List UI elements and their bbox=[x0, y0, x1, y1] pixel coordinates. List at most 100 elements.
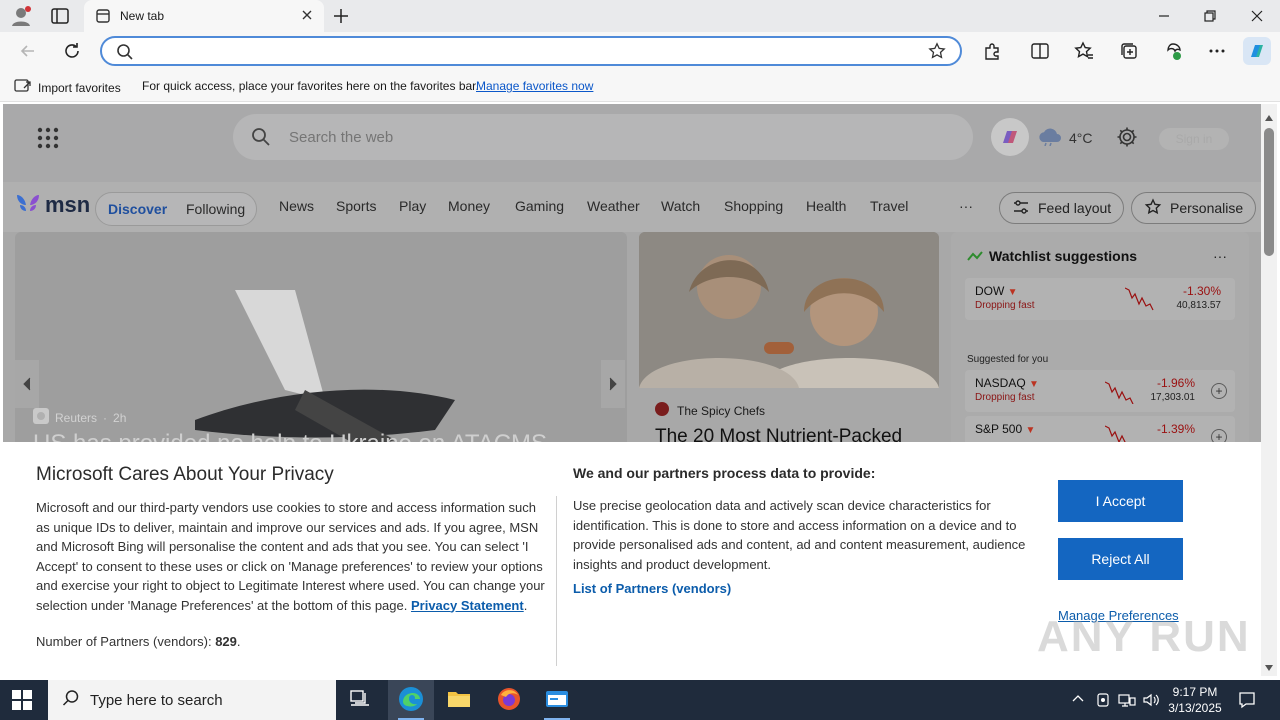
weather-widget[interactable]: 4°C bbox=[1037, 126, 1093, 149]
stock-state: Dropping fast bbox=[975, 392, 1035, 403]
split-screen-icon[interactable] bbox=[1030, 41, 1050, 64]
window-app-icon bbox=[545, 689, 569, 712]
close-window-button[interactable] bbox=[1249, 8, 1265, 27]
taskbar-explorer-button[interactable] bbox=[436, 680, 482, 720]
personalise-button[interactable]: Personalise bbox=[1131, 192, 1257, 224]
tab-actions-icon[interactable] bbox=[50, 7, 70, 25]
copilot-button[interactable] bbox=[991, 118, 1029, 156]
nav-health[interactable]: Health bbox=[806, 198, 846, 214]
minimize-button[interactable] bbox=[1156, 8, 1172, 27]
taskbar-app-button[interactable] bbox=[534, 680, 580, 720]
watchlist-more-button[interactable]: ··· bbox=[1213, 248, 1227, 264]
taskbar-search-placeholder: Type here to search bbox=[90, 691, 223, 709]
browser-toolbar bbox=[0, 32, 1280, 70]
msn-logo-text: msn bbox=[45, 192, 91, 217]
collections-icon[interactable] bbox=[1119, 41, 1139, 64]
msn-header: 4°C Sign in bbox=[3, 104, 1261, 182]
import-favorites-button[interactable]: Import favorites bbox=[14, 78, 121, 97]
tab-new-tab[interactable]: New tab bbox=[84, 0, 324, 32]
network-icon[interactable] bbox=[1118, 692, 1136, 711]
hero-separator: · bbox=[103, 410, 108, 425]
nav-weather[interactable]: Weather bbox=[587, 198, 640, 214]
copilot-icon[interactable] bbox=[1243, 37, 1271, 68]
profile-icon[interactable] bbox=[10, 5, 32, 27]
restore-button[interactable] bbox=[1202, 8, 1218, 27]
task-view-button[interactable] bbox=[337, 680, 383, 720]
taskbar-firefox-button[interactable] bbox=[486, 680, 532, 720]
taskbar-search-box[interactable]: Type here to search bbox=[48, 680, 336, 720]
nav-gaming[interactable]: Gaming bbox=[515, 198, 564, 214]
favorites-bar: Import favorites For quick access, place… bbox=[0, 70, 1280, 102]
more-options-icon[interactable] bbox=[1207, 41, 1227, 64]
sign-in-button[interactable]: Sign in bbox=[1159, 128, 1229, 150]
stock-value: 17,303.01 bbox=[1150, 392, 1196, 403]
add-to-watchlist-button[interactable]: + bbox=[1211, 383, 1227, 399]
nav-travel[interactable]: Travel bbox=[870, 198, 908, 214]
favorites-icon[interactable] bbox=[1074, 41, 1094, 64]
web-search-input[interactable] bbox=[289, 128, 889, 146]
msn-logo[interactable]: msn bbox=[15, 191, 90, 219]
address-input[interactable] bbox=[142, 42, 902, 60]
stock-row-dow[interactable]: DOW ▼ Dropping fast -1.30% 40,813.57 bbox=[965, 278, 1235, 320]
nav-play[interactable]: Play bbox=[399, 198, 426, 214]
carousel-next-button[interactable] bbox=[601, 360, 625, 408]
scroll-up-icon[interactable] bbox=[1265, 110, 1273, 124]
volume-icon[interactable] bbox=[1142, 692, 1160, 711]
notifications-icon[interactable] bbox=[1238, 691, 1256, 712]
accept-button[interactable]: I Accept bbox=[1058, 480, 1183, 522]
new-tab-button[interactable] bbox=[332, 7, 350, 28]
stock-sparkline bbox=[1104, 376, 1145, 407]
page-settings-icon[interactable] bbox=[1116, 126, 1138, 151]
favorite-star-icon[interactable] bbox=[928, 42, 946, 63]
windows-start-icon[interactable] bbox=[12, 690, 32, 713]
scroll-down-icon[interactable] bbox=[1265, 660, 1273, 674]
search-icon bbox=[116, 43, 134, 64]
tab-following[interactable]: Following bbox=[186, 201, 245, 217]
stock-change: -1.39% bbox=[1156, 422, 1195, 436]
back-icon[interactable] bbox=[18, 41, 38, 64]
defender-icon[interactable] bbox=[1096, 692, 1110, 711]
carousel-prev-button[interactable] bbox=[15, 360, 39, 408]
page-scrollbar[interactable] bbox=[1261, 104, 1277, 676]
cloudy-weather-icon bbox=[1037, 126, 1063, 149]
nav-money[interactable]: Money bbox=[448, 198, 490, 214]
stock-symbol: NASDAQ ▼ bbox=[975, 376, 1039, 390]
stock-row-nasdaq[interactable]: NASDAQ ▼ Dropping fast -1.96% 17,303.01 … bbox=[965, 370, 1235, 412]
show-hidden-icons-icon[interactable] bbox=[1072, 692, 1084, 707]
new-tab-page-icon bbox=[96, 9, 110, 26]
stock-symbol: S&P 500 ▼ bbox=[975, 422, 1036, 436]
manage-favorites-link[interactable]: Manage favorites now bbox=[476, 79, 593, 93]
scrollbar-thumb[interactable] bbox=[1264, 128, 1274, 256]
partners-count-row: Number of Partners (vendors): 829. bbox=[36, 634, 241, 649]
privacy-statement-link[interactable]: Privacy Statement bbox=[411, 598, 524, 613]
refresh-icon[interactable] bbox=[62, 41, 82, 64]
nav-more-button[interactable]: ··· bbox=[959, 198, 973, 214]
taskbar-clock[interactable]: 9:17 PM 3/13/2025 bbox=[1160, 684, 1230, 716]
watchlist-trend-icon bbox=[967, 250, 983, 265]
tab-strip: New tab bbox=[0, 0, 1280, 32]
web-search-box[interactable] bbox=[233, 114, 973, 160]
app-launcher-icon[interactable] bbox=[37, 127, 59, 152]
extensions-icon[interactable] bbox=[982, 41, 1002, 64]
address-bar[interactable] bbox=[100, 36, 962, 66]
tab-discover[interactable]: Discover bbox=[108, 201, 167, 217]
stock-state: Dropping fast bbox=[975, 300, 1035, 311]
nav-shopping[interactable]: Shopping bbox=[724, 198, 783, 214]
clock-date: 3/13/2025 bbox=[1168, 701, 1222, 715]
news-card-source-name: The Spicy Chefs bbox=[677, 403, 766, 418]
privacy-purposes-title: We and our partners process data to prov… bbox=[573, 465, 876, 481]
clock-time: 9:17 PM bbox=[1172, 685, 1218, 699]
nav-sports[interactable]: Sports bbox=[336, 198, 376, 214]
stock-change: -1.30% bbox=[1182, 284, 1221, 298]
nav-news[interactable]: News bbox=[279, 198, 314, 214]
reject-all-button[interactable]: Reject All bbox=[1058, 538, 1183, 580]
privacy-divider bbox=[556, 496, 557, 666]
partners-list-link[interactable]: List of Partners (vendors) bbox=[573, 581, 731, 596]
close-tab-icon[interactable] bbox=[300, 8, 314, 25]
nav-watch[interactable]: Watch bbox=[661, 198, 700, 214]
taskbar-edge-button[interactable] bbox=[388, 680, 434, 720]
hero-age: 2h bbox=[113, 410, 127, 425]
privacy-consent-banner: Microsoft Cares About Your Privacy Micro… bbox=[3, 442, 1261, 676]
browser-essentials-icon[interactable] bbox=[1163, 41, 1183, 64]
feed-layout-button[interactable]: Feed layout bbox=[999, 192, 1125, 224]
